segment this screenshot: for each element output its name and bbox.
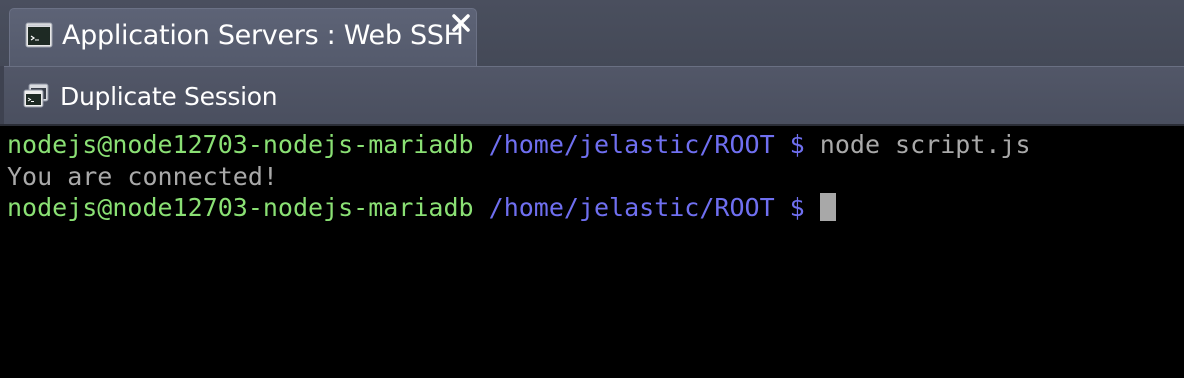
tab-strip: Application Servers : Web SSH [0, 0, 1184, 66]
command-text: node script.js [804, 130, 1031, 159]
toolbar: Duplicate Session [4, 66, 1184, 124]
tab-title: Application Servers : Web SSH [62, 20, 464, 51]
close-icon[interactable] [450, 12, 472, 34]
duplicate-session-label: Duplicate Session [60, 81, 278, 111]
terminal-output[interactable]: nodejs@node12703-nodejs-mariadb /home/je… [0, 124, 1184, 378]
prompt-user: nodejs@node12703-nodejs-mariadb [7, 130, 474, 159]
terminal-line: You are connected! [7, 161, 1184, 193]
terminal-line: nodejs@node12703-nodejs-mariadb /home/je… [7, 192, 1184, 224]
terminal-icon [25, 22, 53, 48]
output-text: You are connected! [7, 161, 278, 191]
terminal-cursor [819, 193, 836, 221]
web-ssh-window: Application Servers : Web SSH Duplicate … [0, 0, 1184, 378]
prompt-user: nodejs@node12703-nodejs-mariadb [7, 193, 474, 222]
tab-web-ssh[interactable]: Application Servers : Web SSH [9, 8, 477, 66]
duplicate-terminal-icon [23, 83, 49, 108]
duplicate-session-button[interactable]: Duplicate Session [22, 79, 278, 113]
prompt-path: /home/jelastic/ROOT $ [473, 130, 805, 159]
terminal-line: nodejs@node12703-nodejs-mariadb /home/je… [7, 129, 1184, 161]
prompt-path: /home/jelastic/ROOT $ [473, 193, 805, 222]
command-text [805, 193, 820, 222]
